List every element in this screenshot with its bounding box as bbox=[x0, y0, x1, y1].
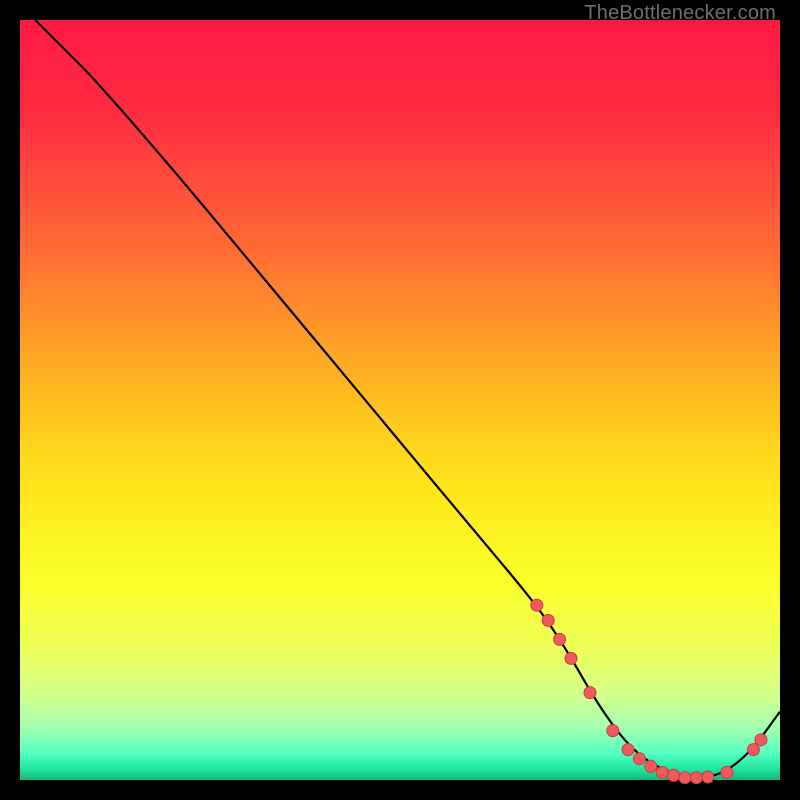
curve-markers bbox=[531, 599, 767, 784]
data-marker bbox=[565, 652, 577, 664]
data-marker bbox=[554, 633, 566, 645]
data-marker bbox=[607, 725, 619, 737]
data-marker bbox=[755, 734, 767, 746]
data-marker bbox=[542, 614, 554, 626]
data-marker bbox=[690, 772, 702, 784]
chart-plot bbox=[20, 20, 780, 780]
chart-frame bbox=[20, 20, 780, 780]
curve-line bbox=[35, 20, 780, 777]
attribution-label: TheBottlenecker.com bbox=[584, 2, 776, 25]
data-marker bbox=[584, 687, 596, 699]
data-marker bbox=[721, 766, 733, 778]
data-marker bbox=[645, 760, 657, 772]
data-marker bbox=[679, 772, 691, 784]
data-marker bbox=[668, 769, 680, 781]
data-marker bbox=[622, 744, 634, 756]
data-marker bbox=[531, 599, 543, 611]
data-marker bbox=[747, 744, 759, 756]
data-marker bbox=[633, 753, 645, 765]
data-marker bbox=[656, 766, 668, 778]
data-marker bbox=[702, 771, 714, 783]
